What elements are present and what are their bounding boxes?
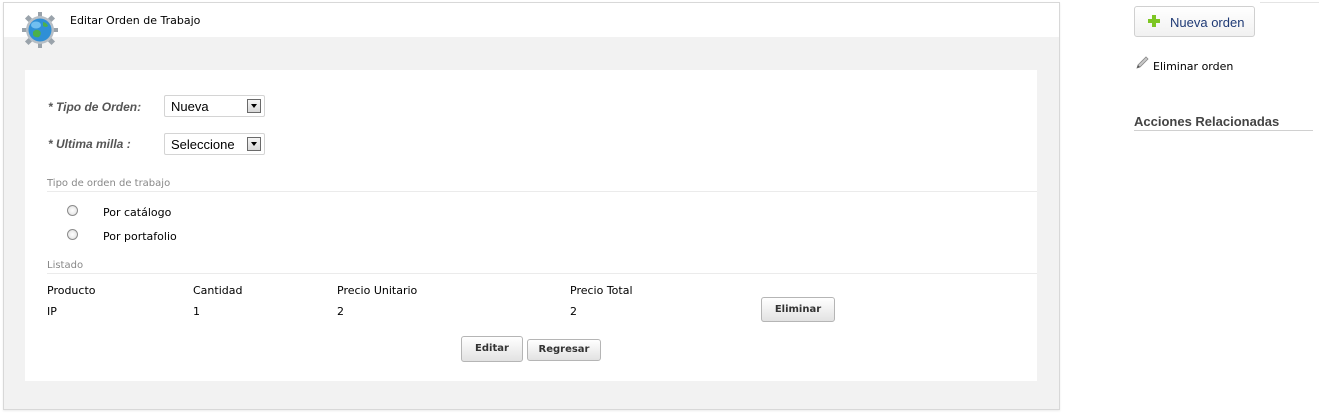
listado-section-title: Listado	[47, 260, 84, 271]
radio-label-por-catalogo: Por catálogo	[103, 206, 172, 219]
column-header-precio-total: Precio Total	[570, 284, 633, 297]
section-divider	[47, 191, 1037, 192]
column-header-producto: Producto	[47, 284, 96, 297]
section-divider	[47, 273, 1037, 274]
tipo-orden-label: * Tipo de Orden:	[48, 100, 142, 114]
chevron-down-icon[interactable]	[247, 137, 261, 151]
ultima-milla-select[interactable]: Seleccione	[164, 133, 265, 155]
eliminar-row-button[interactable]: Eliminar	[761, 297, 835, 322]
page-title: Editar Orden de Trabajo	[70, 14, 201, 27]
column-header-precio-unitario: Precio Unitario	[337, 284, 418, 297]
tipo-orden-select[interactable]: Nueva	[164, 95, 265, 117]
plus-icon	[1147, 14, 1161, 28]
edit-order-panel: Editar Orden de Trabajo * Tipo de Orden:…	[3, 2, 1060, 410]
tipo-orden-value: Nueva	[171, 99, 209, 114]
cell-precio-unitario: 2	[337, 305, 344, 318]
form-container: * Tipo de Orden: Nueva * Ultima milla : …	[25, 70, 1037, 381]
radio-por-catalogo[interactable]	[67, 205, 78, 216]
column-header-cantidad: Cantidad	[193, 284, 243, 297]
radio-por-portafolio[interactable]	[67, 229, 78, 240]
editar-button[interactable]: Editar	[461, 336, 523, 362]
globe-gear-icon	[22, 12, 58, 48]
pencil-icon[interactable]	[1134, 55, 1150, 71]
nueva-orden-button[interactable]: Nueva orden	[1134, 6, 1255, 37]
radio-label-por-portafolio: Por portafolio	[103, 230, 177, 243]
acciones-divider	[1134, 130, 1313, 131]
nueva-orden-label: Nueva orden	[1170, 15, 1245, 30]
cell-precio-total: 2	[570, 305, 577, 318]
ultima-milla-value: Seleccione	[171, 137, 235, 152]
tipo-trabajo-section-title: Tipo de orden de trabajo	[47, 178, 171, 189]
cell-cantidad: 1	[193, 305, 200, 318]
chevron-down-icon[interactable]	[247, 99, 261, 113]
regresar-button[interactable]: Regresar	[527, 339, 601, 361]
cell-producto: IP	[47, 305, 57, 318]
acciones-relacionadas-heading: Acciones Relacionadas	[1134, 114, 1280, 129]
ultima-milla-label: * Ultima milla :	[48, 137, 131, 151]
top-divider	[1260, 2, 1319, 3]
eliminar-orden-link[interactable]: Eliminar orden	[1153, 60, 1233, 73]
